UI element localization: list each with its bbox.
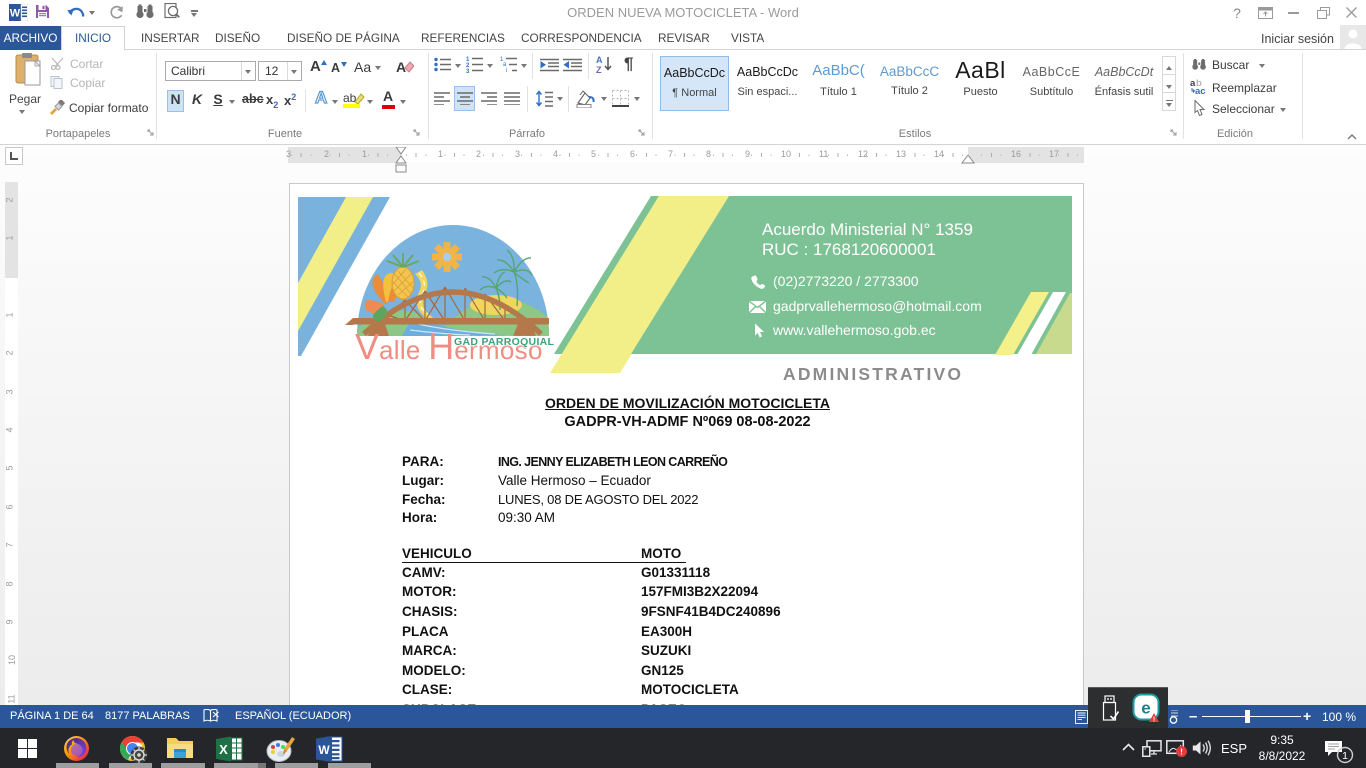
svg-text:A: A	[596, 55, 603, 65]
svg-text:!: !	[1180, 747, 1183, 757]
svg-text:ac: ac	[1195, 86, 1206, 95]
svg-text:A: A	[396, 59, 406, 75]
svg-text:1: 1	[1342, 750, 1348, 762]
svg-text:i: i	[506, 68, 507, 73]
svg-text:Z: Z	[596, 65, 602, 74]
svg-text:3: 3	[466, 69, 470, 73]
svg-text:X: X	[219, 742, 228, 757]
svg-text:W: W	[318, 743, 330, 757]
svg-text:ab: ab	[343, 91, 357, 105]
svg-text:!: !	[1153, 717, 1155, 724]
svg-text:e: e	[1141, 699, 1150, 718]
